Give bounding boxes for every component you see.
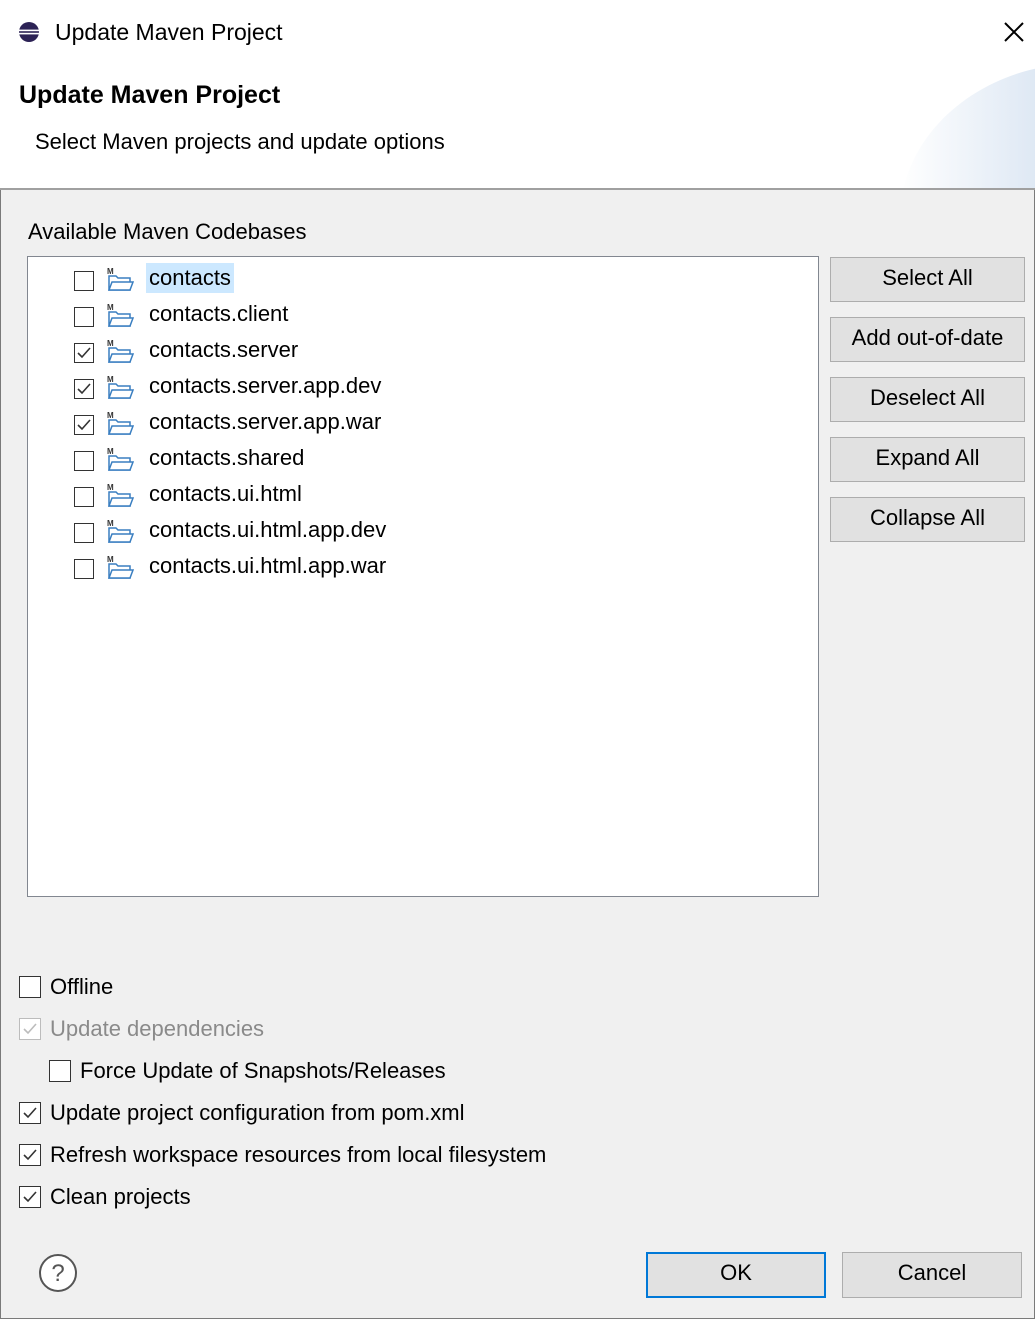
banner-decoration	[903, 68, 1035, 188]
refresh-workspace-label: Refresh workspace resources from local f…	[50, 1142, 547, 1167]
tree-item-checkbox[interactable]	[74, 343, 94, 363]
clean-projects-box[interactable]	[19, 1186, 41, 1208]
ok-label: OK	[720, 1260, 752, 1285]
svg-text:M: M	[107, 375, 114, 384]
update-config-label: Update project configuration from pom.xm…	[50, 1100, 465, 1125]
maven-project-icon: M	[106, 302, 135, 328]
tree-item-checkbox[interactable]	[74, 307, 94, 327]
deselect-all-button[interactable]: Deselect All	[830, 377, 1025, 422]
offline-box[interactable]	[19, 976, 41, 998]
tree-item[interactable]: Mcontacts.ui.html.app.war	[28, 550, 808, 584]
maven-project-icon: M	[106, 266, 135, 292]
svg-text:M: M	[107, 411, 114, 420]
maven-project-icon: M	[106, 338, 135, 364]
tree-item[interactable]: Mcontacts.server.app.war	[28, 406, 808, 440]
tree-item-checkbox[interactable]	[74, 523, 94, 543]
tree-item-label: contacts.shared	[149, 445, 305, 470]
update-dependencies-label: Update dependencies	[50, 1016, 265, 1041]
tree-item[interactable]: Mcontacts.ui.html.app.dev	[28, 514, 808, 548]
svg-text:M: M	[107, 339, 114, 348]
clean-projects-label: Clean projects	[50, 1184, 191, 1209]
tree-item-label: contacts.server	[149, 337, 299, 362]
tree-item[interactable]: Mcontacts.server	[28, 334, 808, 368]
title-bar: Update Maven Project	[0, 0, 1035, 66]
banner-subtitle: Select Maven projects and update options	[35, 129, 445, 154]
ok-button[interactable]: OK	[646, 1252, 826, 1298]
refresh-workspace-box[interactable]	[19, 1144, 41, 1166]
force-update-box[interactable]	[49, 1060, 71, 1082]
cancel-button[interactable]: Cancel	[842, 1252, 1022, 1298]
update-dependencies-box	[19, 1018, 41, 1040]
tree-item[interactable]: Mcontacts.ui.html	[28, 478, 808, 512]
tree-item-label: contacts.client	[149, 301, 289, 326]
codebases-tree[interactable]: Mcontacts Mcontacts.client Mcontacts.serve…	[27, 256, 819, 897]
tree-item-checkbox[interactable]	[74, 415, 94, 435]
cancel-label: Cancel	[897, 1260, 967, 1285]
tree-item-label: contacts.server.app.dev	[149, 373, 382, 398]
expand-all-button[interactable]: Expand All	[830, 437, 1025, 482]
collapse-all-button[interactable]: Collapse All	[830, 497, 1025, 542]
deselect-all-label: Deselect All	[870, 385, 985, 410]
add-out-of-date-label: Add out-of-date	[851, 325, 1004, 350]
maven-project-icon: M	[106, 446, 135, 472]
maven-project-icon: M	[106, 554, 135, 580]
update-config-box[interactable]	[19, 1102, 41, 1124]
tree-item[interactable]: Mcontacts.server.app.dev	[28, 370, 808, 404]
tree-item-checkbox[interactable]	[74, 559, 94, 579]
window-title: Update Maven Project	[55, 19, 283, 45]
tree-item-label: contacts.ui.html	[149, 481, 302, 506]
svg-text:M: M	[107, 483, 114, 492]
expand-all-label: Expand All	[875, 445, 980, 470]
force-update-label: Force Update of Snapshots/Releases	[80, 1058, 446, 1083]
close-icon[interactable]	[994, 12, 1034, 52]
banner-title: Update Maven Project	[19, 81, 281, 109]
select-all-button[interactable]: Select All	[830, 257, 1025, 302]
offline-label: Offline	[50, 974, 114, 999]
tree-item-checkbox[interactable]	[74, 271, 94, 291]
codebases-label: Available Maven Codebases	[28, 219, 307, 244]
collapse-all-label: Collapse All	[870, 505, 985, 530]
svg-text:M: M	[107, 303, 114, 312]
tree-item[interactable]: Mcontacts.client	[28, 298, 808, 332]
maven-project-icon: M	[106, 518, 135, 544]
tree-item[interactable]: Mcontacts.shared	[28, 442, 808, 476]
svg-text:M: M	[107, 267, 114, 276]
select-all-label: Select All	[882, 265, 973, 290]
svg-text:M: M	[107, 519, 114, 528]
add-out-of-date-button[interactable]: Add out-of-date	[830, 317, 1025, 362]
banner-separator	[0, 188, 1035, 190]
tree-item[interactable]: Mcontacts	[28, 262, 808, 296]
svg-text:M: M	[107, 555, 114, 564]
maven-project-icon: M	[106, 410, 135, 436]
tree-item-label: contacts.ui.html.app.dev	[149, 517, 387, 542]
tree-item-label: contacts.ui.html.app.war	[149, 553, 387, 578]
tree-item-checkbox[interactable]	[74, 487, 94, 507]
maven-project-icon: M	[106, 482, 135, 508]
tree-item-label: contacts	[146, 263, 234, 293]
maven-project-icon: M	[106, 374, 135, 400]
tree-item-checkbox[interactable]	[74, 451, 94, 471]
help-icon[interactable]: ?	[38, 1253, 78, 1293]
header-banner: Update Maven Project Select Maven projec…	[0, 66, 1035, 188]
tree-item-label: contacts.server.app.war	[149, 409, 382, 434]
svg-text:M: M	[107, 447, 114, 456]
tree-item-checkbox[interactable]	[74, 379, 94, 399]
svg-text:?: ?	[51, 1260, 64, 1287]
eclipse-icon	[19, 22, 39, 42]
